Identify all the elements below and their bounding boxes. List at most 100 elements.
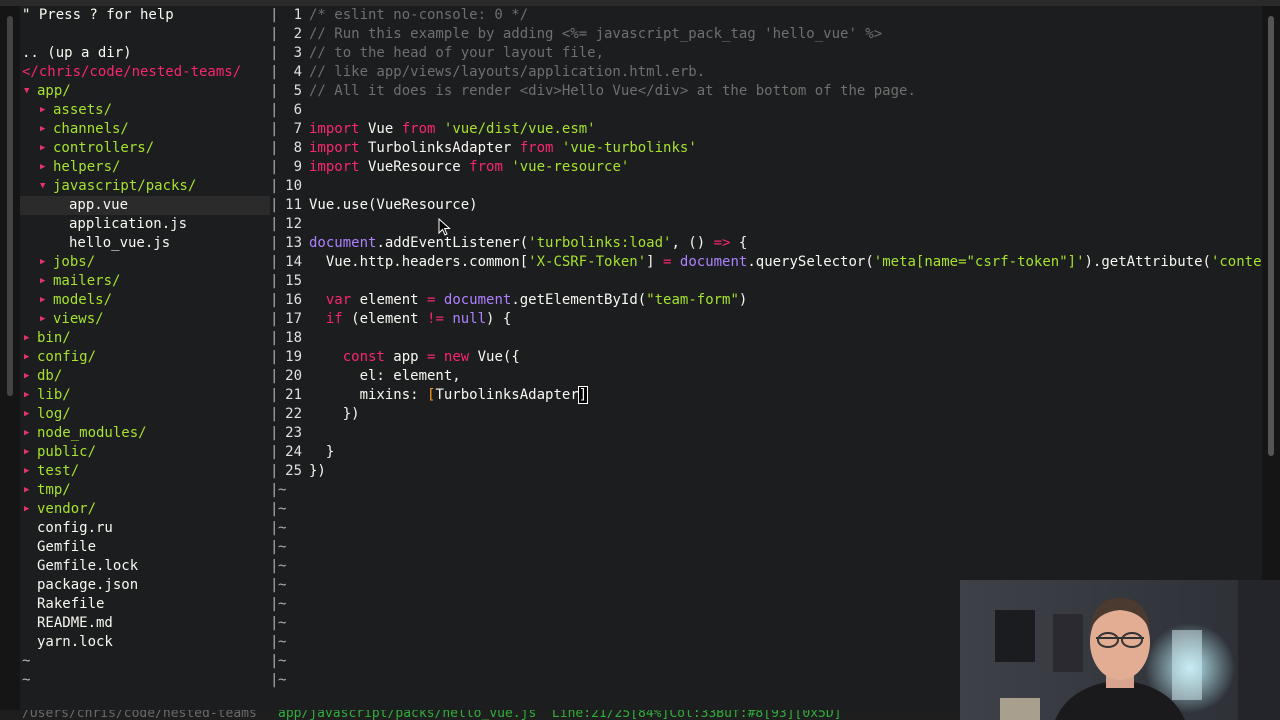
split-border: | (270, 140, 279, 156)
editor-empty-line: ~ (278, 615, 287, 631)
tree-item-label: tmp/ (37, 482, 71, 498)
split-border: | (270, 102, 279, 118)
tree-file[interactable]: config.ru (20, 519, 270, 538)
split-border: | (270, 254, 279, 270)
line-number: 8 (293, 140, 302, 156)
tree-folder[interactable]: ▶ assets/ (20, 101, 270, 120)
code-token: } (309, 444, 335, 460)
tree-folder[interactable]: ▶ views/ (20, 310, 270, 329)
tree-folder[interactable]: ▶ helpers/ (20, 158, 270, 177)
line-number: 23 (285, 425, 302, 441)
tree-folder[interactable]: ▶ bin/ (20, 329, 270, 348)
tree-item-label: lib/ (37, 387, 71, 403)
tree-file[interactable]: Gemfile (20, 538, 270, 557)
split-border: | (270, 349, 279, 365)
code-token: ] (646, 254, 664, 270)
caret-right-icon: ▶ (24, 466, 30, 476)
editor-empty-line: ~ (278, 539, 287, 555)
tree-item-label: vendor/ (37, 501, 97, 517)
caret-right-icon: ▶ (40, 257, 46, 267)
tree-folder[interactable]: ▶ lib/ (20, 386, 270, 405)
code-token: => (713, 235, 731, 251)
editor-empty-line: ~ (278, 482, 287, 498)
caret-right-icon: ▶ (24, 447, 30, 457)
editor-empty-line: ~ (278, 577, 287, 593)
caret-right-icon: ▶ (24, 371, 30, 381)
tree-folder[interactable]: ▶ models/ (20, 291, 270, 310)
split-border: | (270, 273, 279, 289)
tree-file[interactable]: yarn.lock (20, 633, 270, 652)
mouse-pointer-icon (438, 218, 451, 236)
tree-folder[interactable]: ▶ public/ (20, 443, 270, 462)
tree-folder[interactable]: ▶ tmp/ (20, 481, 270, 500)
tree-file[interactable]: application.js (20, 215, 270, 234)
tree-item-label: jobs/ (53, 254, 96, 270)
code-token: 'X-CSRF-Token' (528, 254, 647, 270)
tree-item-label: application.js (69, 216, 188, 232)
tree-item-label: views/ (53, 311, 104, 327)
line-number: 7 (293, 121, 302, 137)
line-number: 3 (293, 45, 302, 61)
code-token: document (679, 254, 748, 270)
split-border: | (270, 482, 279, 498)
code-line: 6 (278, 101, 309, 120)
code-line: 17 if (element != null) { (278, 310, 511, 329)
tree-scrollbar[interactable] (0, 6, 20, 710)
tree-folder[interactable]: ▶ jobs/ (20, 253, 270, 272)
editor-empty-line: ~ (278, 520, 287, 536)
split-separator[interactable]: | | | | | | | | | | | | | | | | | | | | | | | | | | | | | | | | | | | | (270, 6, 278, 710)
tree-folder[interactable]: ▶ test/ (20, 462, 270, 481)
tree-item-label: test/ (37, 463, 80, 479)
code-token: , () (671, 235, 714, 251)
tree-file[interactable]: hello_vue.js (20, 234, 270, 253)
tree-file[interactable]: README.md (20, 614, 270, 633)
tree-file[interactable]: package.json (20, 576, 270, 595)
code-token: el: element, (309, 368, 461, 384)
tree-folder[interactable]: ▶ channels/ (20, 120, 270, 139)
tree-up-dir[interactable]: .. (up a dir) (20, 44, 270, 63)
code-token: null (452, 311, 487, 327)
code-token: Vue (359, 121, 402, 137)
code-token: element (351, 292, 428, 308)
code-line: 14 Vue.http.headers.common['X-CSRF-Token… (278, 253, 1262, 272)
tree-item-label: app/ (37, 83, 71, 99)
line-number: 6 (293, 102, 302, 118)
tree-item-label: channels/ (53, 121, 129, 137)
editor-scrollbar[interactable] (1262, 6, 1280, 580)
code-line: 7 import Vue from 'vue/dist/vue.esm' (278, 120, 596, 139)
tree-folder[interactable]: ▶ log/ (20, 405, 270, 424)
code-line: 12 (278, 215, 309, 234)
caret-right-icon: ▶ (40, 162, 46, 172)
code-token: // All it does is render <div>Hello Vue<… (309, 83, 916, 99)
editor-scrollbar-thumb[interactable] (1268, 16, 1274, 456)
tree-folder[interactable]: ▶ controllers/ (20, 139, 270, 158)
code-token: ) { (486, 311, 512, 327)
tree-folder[interactable]: ▼ javascript/packs/ (20, 177, 270, 196)
code-token: 'turbolinks:load' (528, 235, 672, 251)
line-number: 14 (285, 254, 302, 270)
tree-folder[interactable]: ▼ app/ (20, 82, 270, 101)
tree-folder[interactable]: ▶ node_modules/ (20, 424, 270, 443)
tree-file[interactable]: app.vue (20, 196, 270, 215)
code-line: 8 import TurbolinksAdapter from 'vue-turb… (278, 139, 697, 158)
split-border: | (270, 653, 279, 669)
caret-right-icon: ▶ (40, 124, 46, 134)
line-number: 9 (293, 159, 302, 175)
tree-folder[interactable]: ▶ vendor/ (20, 500, 270, 519)
tree-scrollbar-thumb[interactable] (7, 16, 13, 396)
split-border: | (270, 83, 279, 99)
code-token: if (325, 311, 343, 327)
caret-right-icon: ▶ (24, 504, 30, 514)
tree-folder[interactable]: ▶ mailers/ (20, 272, 270, 291)
tree-folder[interactable]: ▶ config/ (20, 348, 270, 367)
tree-root-path[interactable]: </chris/code/nested-teams/ (20, 63, 270, 82)
split-border: | (270, 311, 279, 327)
code-line: 23 (278, 424, 309, 443)
split-border: | (270, 45, 279, 61)
split-border: | (270, 520, 279, 536)
tree-file[interactable]: Gemfile.lock (20, 557, 270, 576)
code-line: 25}) (278, 462, 326, 481)
tree-folder[interactable]: ▶ db/ (20, 367, 270, 386)
tree-file[interactable]: Rakefile (20, 595, 270, 614)
caret-down-icon: ▼ (24, 86, 30, 96)
